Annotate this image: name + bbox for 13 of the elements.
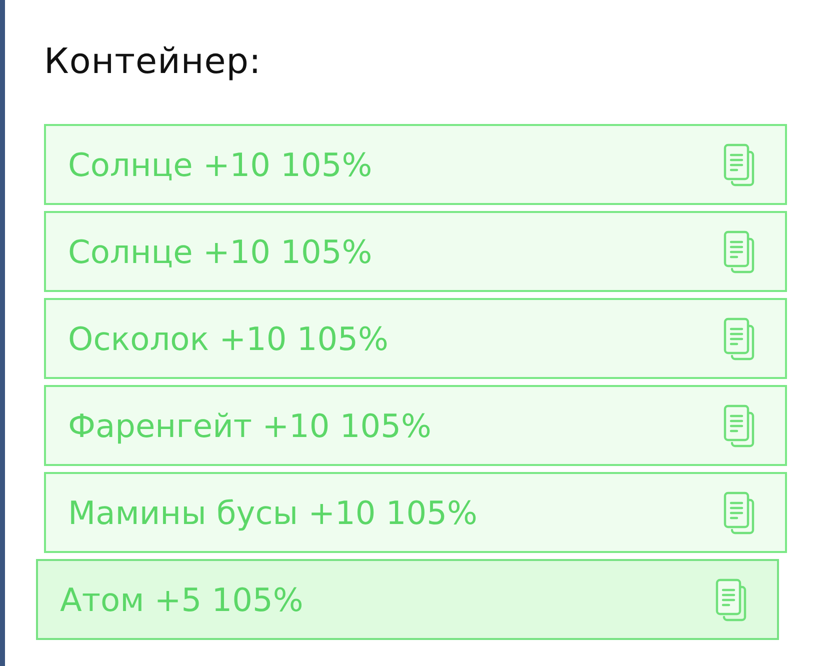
list-item[interactable]: Осколок +10 105% (44, 298, 787, 379)
container-heading: Контейнер: (44, 42, 262, 84)
list-item[interactable]: Солнце +10 105% (44, 124, 787, 205)
list-item[interactable]: Атом +5 105% (36, 559, 779, 640)
list-item[interactable]: Мамины бусы +10 105% (44, 472, 787, 553)
item-label: Солнце +10 105% (68, 232, 372, 270)
list-item[interactable]: Солнце +10 105% (44, 211, 787, 292)
item-label: Фаренгейт +10 105% (68, 406, 432, 444)
item-label: Мамины бусы +10 105% (68, 494, 478, 532)
list-item[interactable]: Фаренгейт +10 105% (44, 385, 787, 466)
item-label: Солнце +10 105% (68, 146, 372, 184)
item-label: Атом +5 105% (60, 580, 304, 618)
item-label: Осколок +10 105% (68, 320, 388, 358)
